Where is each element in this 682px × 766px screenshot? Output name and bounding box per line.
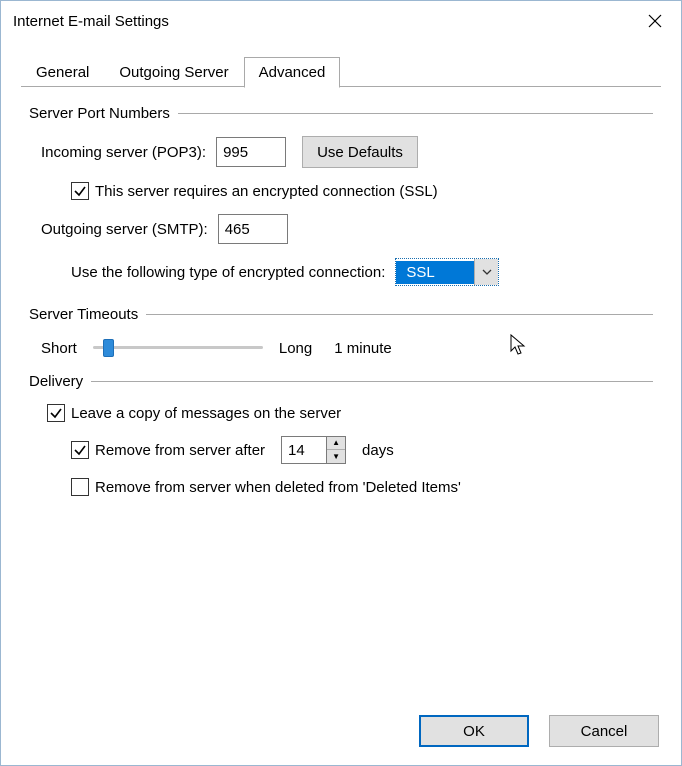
tab-outgoing-server[interactable]: Outgoing Server [104,57,243,87]
outgoing-port-input[interactable] [218,214,288,244]
remove-after-label: Remove from server after [95,442,265,459]
timeout-slider[interactable] [93,337,263,359]
encryption-type-value: SSL [396,261,474,284]
ok-button[interactable]: OK [419,715,529,747]
remove-deleted-checkbox[interactable] [71,478,89,496]
spinner-down-button[interactable]: ▼ [327,450,345,463]
ssl-required-label: This server requires an encrypted connec… [95,183,438,200]
section-server-port-numbers: Server Port Numbers [29,105,653,122]
tab-general[interactable]: General [21,57,104,87]
tab-panel-advanced: Server Port Numbers Incoming server (POP… [1,87,681,701]
remove-after-suffix: days [362,442,394,459]
dialog-footer: OK Cancel [1,701,681,765]
remove-after-checkbox[interactable] [71,441,89,459]
window-title: Internet E-mail Settings [13,13,169,30]
row-timeout-slider: Short Long 1 minute [29,337,653,359]
section-delivery: Delivery [29,373,653,390]
incoming-port-input[interactable] [216,137,286,167]
row-incoming-port: Incoming server (POP3): Use Defaults [29,136,653,168]
use-defaults-button[interactable]: Use Defaults [302,136,418,168]
encryption-type-dropdown-button[interactable] [474,259,498,285]
row-encryption-type: Use the following type of encrypted conn… [29,258,653,286]
chevron-down-icon [482,269,492,275]
encryption-type-select[interactable]: SSL [395,258,499,286]
outgoing-server-label: Outgoing server (SMTP): [41,221,208,238]
ssl-required-checkbox[interactable] [71,182,89,200]
timeout-long-label: Long [279,340,312,357]
cancel-button[interactable]: Cancel [549,715,659,747]
row-remove-after: Remove from server after ▲ ▼ days [29,436,653,464]
leave-copy-label: Leave a copy of messages on the server [71,405,341,422]
row-leave-copy: Leave a copy of messages on the server [35,404,653,422]
checkmark-icon [49,406,63,420]
remove-after-days-input[interactable] [282,442,326,459]
tab-advanced[interactable]: Advanced [244,57,341,88]
spinner-up-button[interactable]: ▲ [327,437,345,450]
encryption-type-label: Use the following type of encrypted conn… [71,264,385,281]
row-ssl-checkbox: This server requires an encrypted connec… [29,182,653,200]
titlebar: Internet E-mail Settings [1,1,681,41]
tab-row: General Outgoing Server Advanced [1,41,681,87]
cursor-icon [509,333,529,357]
timeout-value: 1 minute [334,340,392,357]
remove-after-days-spinner[interactable]: ▲ ▼ [281,436,346,464]
incoming-server-label: Incoming server (POP3): [41,144,206,161]
close-button[interactable] [635,5,675,37]
row-outgoing-port: Outgoing server (SMTP): [29,214,653,244]
remove-deleted-label: Remove from server when deleted from 'De… [95,479,461,496]
checkmark-icon [73,184,87,198]
section-server-timeouts: Server Timeouts [29,306,653,323]
timeout-short-label: Short [41,340,77,357]
checkmark-icon [73,443,87,457]
dialog-window: Internet E-mail Settings General Outgoin… [0,0,682,766]
close-icon [648,14,662,28]
leave-copy-checkbox[interactable] [47,404,65,422]
timeout-slider-thumb[interactable] [103,339,114,357]
row-remove-deleted: Remove from server when deleted from 'De… [29,478,653,496]
